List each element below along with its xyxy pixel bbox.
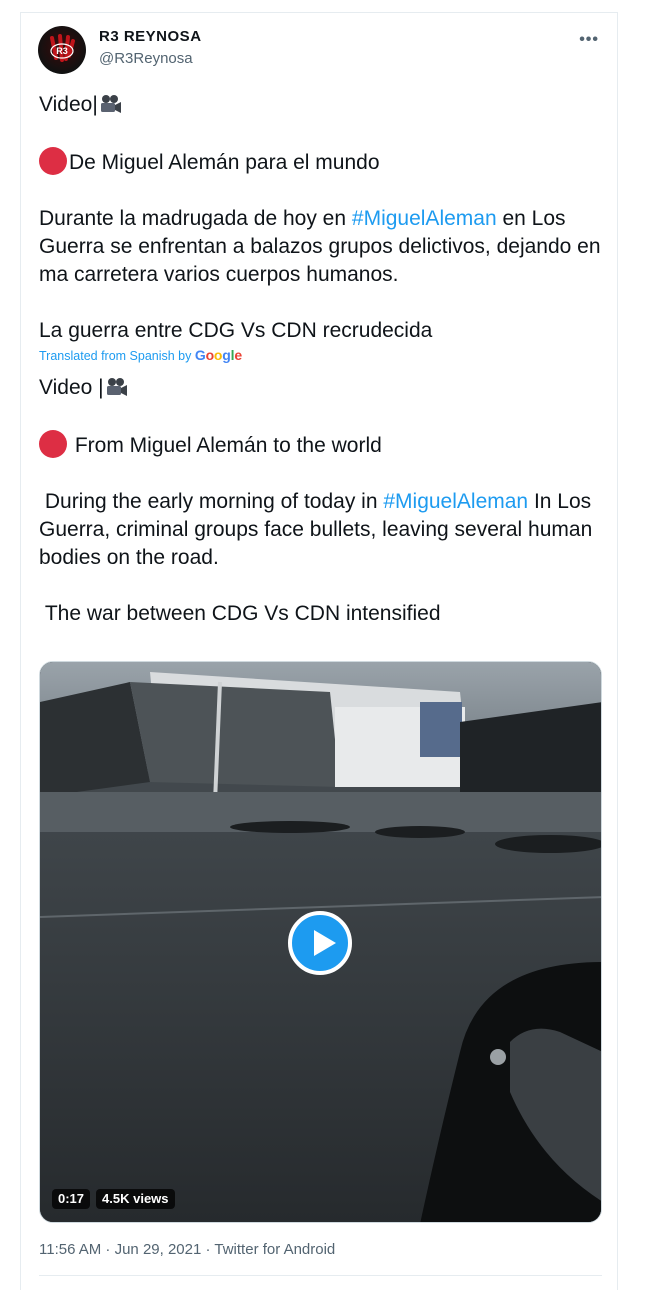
play-button[interactable] bbox=[288, 911, 352, 975]
tweet-meta[interactable]: 11:56 AM · Jun 29, 2021 · Twitter for An… bbox=[39, 1241, 335, 1258]
original-headline: De Miguel Alemán para el mundo bbox=[69, 151, 380, 174]
author-handle[interactable]: @R3Reynosa bbox=[99, 50, 193, 67]
translation-note[interactable]: Translated from Spanish by Google bbox=[39, 347, 609, 364]
video-player[interactable]: 0:17 4.5K views bbox=[39, 661, 602, 1223]
author-name[interactable]: R3 REYNOSA bbox=[99, 28, 202, 45]
divider bbox=[39, 1275, 602, 1276]
translated-line-1: Video | bbox=[39, 374, 609, 402]
google-letter: g bbox=[222, 347, 231, 363]
original-para-start: Durante la madrugada de hoy en bbox=[39, 207, 352, 230]
more-options-icon[interactable]: ••• bbox=[579, 31, 599, 49]
hashtag-link[interactable]: #MiguelAleman bbox=[352, 207, 497, 230]
google-letter: o bbox=[205, 347, 215, 363]
original-line-1: Video| bbox=[39, 91, 609, 119]
translated-headline: From Miguel Alemán to the world bbox=[69, 434, 382, 457]
red-circle-icon bbox=[39, 430, 67, 458]
avatar[interactable]: R3 bbox=[38, 26, 86, 74]
original-paragraph: Durante la madrugada de hoy en #MiguelAl… bbox=[39, 205, 609, 289]
translated-line-2: From Miguel Alemán to the world bbox=[39, 430, 609, 460]
google-letter: G bbox=[194, 347, 206, 363]
original-video-label: Video| bbox=[39, 93, 98, 116]
avatar-logo-icon: R3 bbox=[50, 34, 75, 62]
google-letter: e bbox=[234, 347, 242, 363]
video-views: 4.5K views bbox=[96, 1189, 175, 1209]
hashtag-link[interactable]: #MiguelAleman bbox=[383, 490, 528, 513]
translated-video-label: Video | bbox=[39, 376, 104, 399]
translated-paragraph: During the early morning of today in #Mi… bbox=[39, 488, 609, 572]
movie-camera-icon bbox=[100, 95, 121, 113]
google-logo: Google bbox=[195, 347, 242, 363]
svg-text:R3: R3 bbox=[56, 46, 68, 56]
translation-label: Translated from Spanish by bbox=[39, 349, 195, 363]
original-closing: La guerra entre CDG Vs CDN recrudecida bbox=[39, 319, 433, 342]
video-badges: 0:17 4.5K views bbox=[52, 1189, 175, 1209]
tweet-text: Video| De Miguel Alemán para el mundo Du… bbox=[39, 91, 609, 628]
tweet-card: R3 R3 REYNOSA @R3Reynosa ••• Video| De M… bbox=[20, 12, 618, 1290]
video-duration: 0:17 bbox=[52, 1189, 91, 1209]
movie-camera-icon bbox=[106, 378, 127, 396]
translated-closing: The war between CDG Vs CDN intensified bbox=[39, 602, 441, 625]
red-circle-icon bbox=[39, 147, 67, 175]
original-line-2: De Miguel Alemán para el mundo bbox=[39, 147, 609, 177]
translated-para-start: During the early morning of today in bbox=[39, 490, 384, 513]
